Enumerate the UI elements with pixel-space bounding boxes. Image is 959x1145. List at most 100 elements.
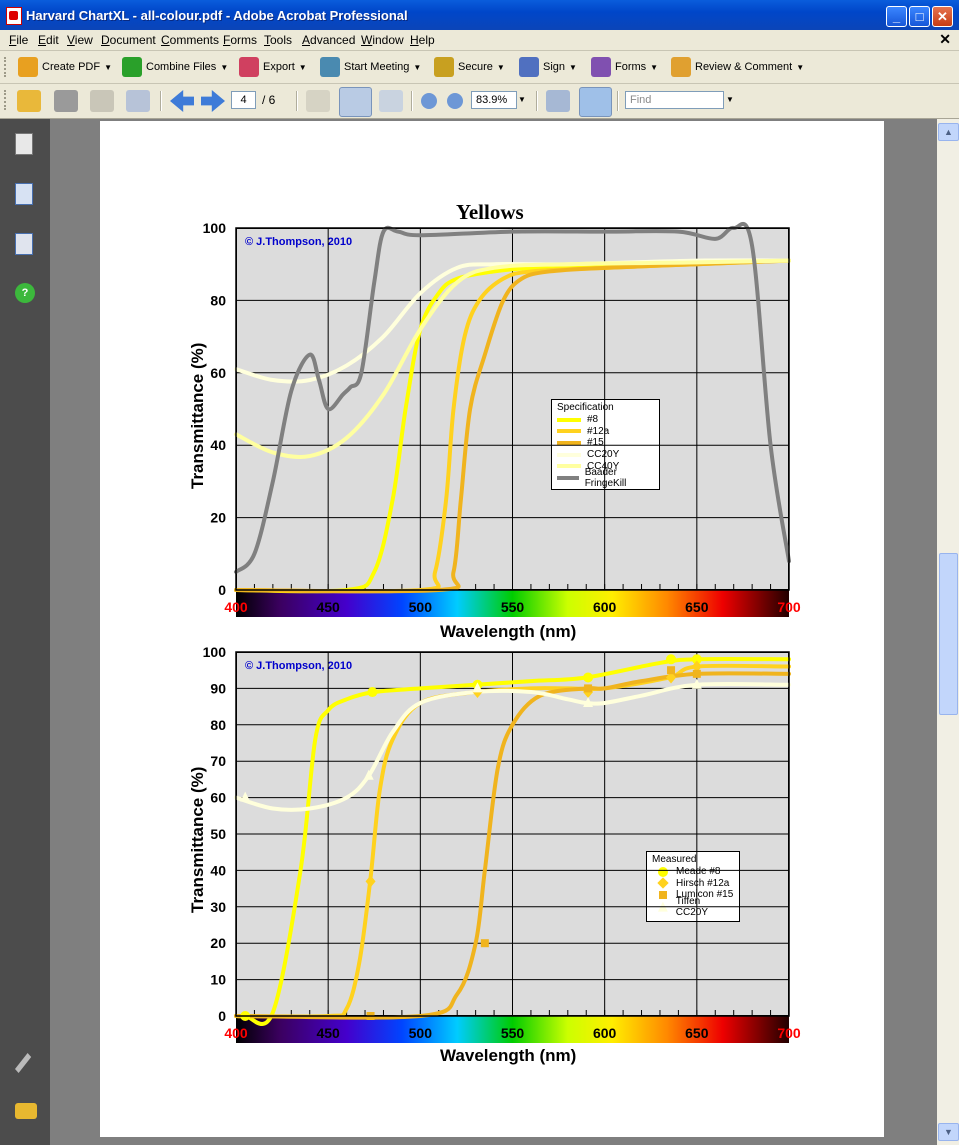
- chart2-y-tick-label: 10: [210, 972, 226, 988]
- menu-tools[interactable]: Tools: [264, 33, 292, 47]
- forms-button[interactable]: Forms ▼: [591, 56, 658, 78]
- scroll-up-button[interactable]: ▲: [938, 123, 959, 141]
- toolbar-separator: [411, 91, 413, 111]
- chart2-x-tick-label: 550: [501, 1025, 525, 1041]
- chart2-data-point: [365, 875, 376, 888]
- chart2-y-tick-label: 70: [210, 753, 226, 769]
- print-icon[interactable]: [54, 90, 78, 112]
- create-pdf-icon: [18, 57, 38, 77]
- chevron-down-icon: ▼: [298, 62, 307, 72]
- navigation-pane: ?: [0, 119, 50, 1145]
- chevron-down-icon: ▼: [104, 62, 112, 72]
- chart1-y-tick-label: 60: [210, 365, 226, 381]
- hand-tool-icon[interactable]: [339, 87, 372, 117]
- chart2-x-tick-label: 500: [409, 1025, 433, 1041]
- menu-advanced[interactable]: Advanced: [302, 33, 355, 47]
- menu-help[interactable]: Help: [410, 33, 435, 47]
- start-meeting-button[interactable]: Start Meeting ▼: [320, 56, 421, 78]
- menu-file[interactable]: File: [9, 33, 28, 47]
- create-pdf-button[interactable]: Create PDF ▼: [18, 56, 112, 78]
- acrobat-app-icon: [6, 7, 22, 25]
- open-folder-icon[interactable]: [17, 90, 41, 112]
- chart2-x-tick-label: 650: [685, 1025, 709, 1041]
- fit-width-icon[interactable]: [546, 90, 570, 112]
- comments-icon[interactable]: [15, 1103, 37, 1119]
- email-icon[interactable]: [126, 90, 150, 112]
- secure-button[interactable]: Secure ▼: [434, 56, 505, 78]
- chart1-y-tick-label: 0: [218, 582, 226, 598]
- toolbar-separator: [536, 91, 538, 111]
- zoom-in-icon[interactable]: [447, 93, 463, 109]
- chevron-down-icon: ▼: [220, 62, 229, 72]
- chart1-y-tick-label: 40: [210, 437, 226, 453]
- save-icon[interactable]: [90, 90, 114, 112]
- chart2-data-point: [583, 672, 594, 683]
- chart2-x-tick-label: 400: [224, 1025, 248, 1041]
- zoom-level-field[interactable]: 83.9%: [471, 91, 517, 109]
- chart1-x-tick-label: 450: [316, 599, 340, 615]
- page-number-field[interactable]: 4: [231, 91, 256, 109]
- vertical-scrollbar[interactable]: ▲ ▼: [937, 119, 959, 1145]
- menu-view[interactable]: View: [67, 33, 93, 47]
- chart2-x-tick-label: 600: [593, 1025, 617, 1041]
- minimize-button[interactable]: _: [886, 6, 907, 27]
- bookmarks-icon[interactable]: [15, 183, 33, 205]
- page-total: / 6: [262, 93, 276, 107]
- meeting-icon: [320, 57, 340, 77]
- attachments-icon[interactable]: [15, 1053, 32, 1073]
- export-button[interactable]: Export ▼: [239, 56, 307, 78]
- menu-bar: File Edit View Document Comments Forms T…: [0, 30, 959, 51]
- chart2-y-tick-label: 20: [210, 935, 226, 951]
- navigation-toolbar: 4 / 6 83.9% ▼ Find ▼: [0, 84, 959, 119]
- chart1-x-tick-label: 550: [501, 599, 525, 615]
- review-comment-button[interactable]: Review & Comment ▼: [671, 56, 804, 78]
- zoom-tool-icon[interactable]: [379, 90, 403, 112]
- previous-page-icon[interactable]: [170, 90, 194, 112]
- zoom-out-icon[interactable]: [421, 93, 437, 109]
- find-input[interactable]: Find: [625, 91, 724, 109]
- toolbar-grip[interactable]: [4, 90, 9, 110]
- sign-button[interactable]: Sign ▼: [519, 56, 577, 78]
- window-title: Harvard ChartXL - all-colour.pdf - Adobe…: [26, 8, 408, 23]
- toolbar-separator: [617, 91, 619, 111]
- chart1-y-tick-label: 80: [210, 292, 226, 308]
- menu-document[interactable]: Document: [101, 33, 156, 47]
- maximize-button[interactable]: □: [909, 6, 930, 27]
- pen-icon: [519, 57, 539, 77]
- tasks-toolbar: Create PDF ▼ Combine Files ▼ Export ▼ Start…: [0, 51, 959, 84]
- scroll-down-button[interactable]: ▼: [938, 1123, 959, 1141]
- export-icon: [239, 57, 259, 77]
- chart2-data-point: [367, 687, 378, 698]
- help-icon[interactable]: ?: [15, 283, 35, 303]
- close-button[interactable]: ✕: [932, 6, 953, 27]
- document-close-icon[interactable]: ✕: [939, 31, 951, 48]
- chevron-down-icon[interactable]: ▼: [518, 95, 526, 104]
- chart2-data-point: [667, 666, 676, 675]
- chevron-down-icon[interactable]: ▼: [726, 95, 734, 104]
- pages-icon[interactable]: [15, 133, 33, 155]
- toolbar-separator: [160, 91, 162, 111]
- chevron-down-icon: ▼: [796, 62, 805, 72]
- forms-icon: [591, 57, 611, 77]
- select-text-icon[interactable]: [306, 90, 330, 112]
- toolbar-grip[interactable]: [4, 57, 9, 77]
- combine-files-button[interactable]: Combine Files ▼: [122, 56, 228, 78]
- chevron-down-icon: ▼: [650, 62, 659, 72]
- review-comment-icon: [671, 57, 691, 77]
- chart2-x-tick-label: 700: [777, 1025, 801, 1041]
- menu-forms[interactable]: Forms: [223, 33, 257, 47]
- menu-edit[interactable]: Edit: [38, 33, 59, 47]
- scroll-thumb[interactable]: [939, 553, 958, 715]
- next-page-icon[interactable]: [201, 90, 225, 112]
- menu-window[interactable]: Window: [361, 33, 404, 47]
- fit-page-icon[interactable]: [579, 87, 612, 117]
- chart2-y-tick-label: 50: [210, 826, 226, 842]
- chart1-x-tick-label: 700: [777, 599, 801, 615]
- chart2-x-tick-label: 450: [316, 1025, 340, 1041]
- menu-comments[interactable]: Comments: [161, 33, 219, 47]
- signatures-icon[interactable]: [15, 233, 33, 255]
- charts-svg: 0 20 40 60 80 100 400 450 500 550 600 650 700 0 10 20 3…: [203, 220, 801, 1043]
- lock-icon: [434, 57, 454, 77]
- toolbar-separator: [296, 91, 298, 111]
- chart2-data-point: [692, 669, 701, 678]
